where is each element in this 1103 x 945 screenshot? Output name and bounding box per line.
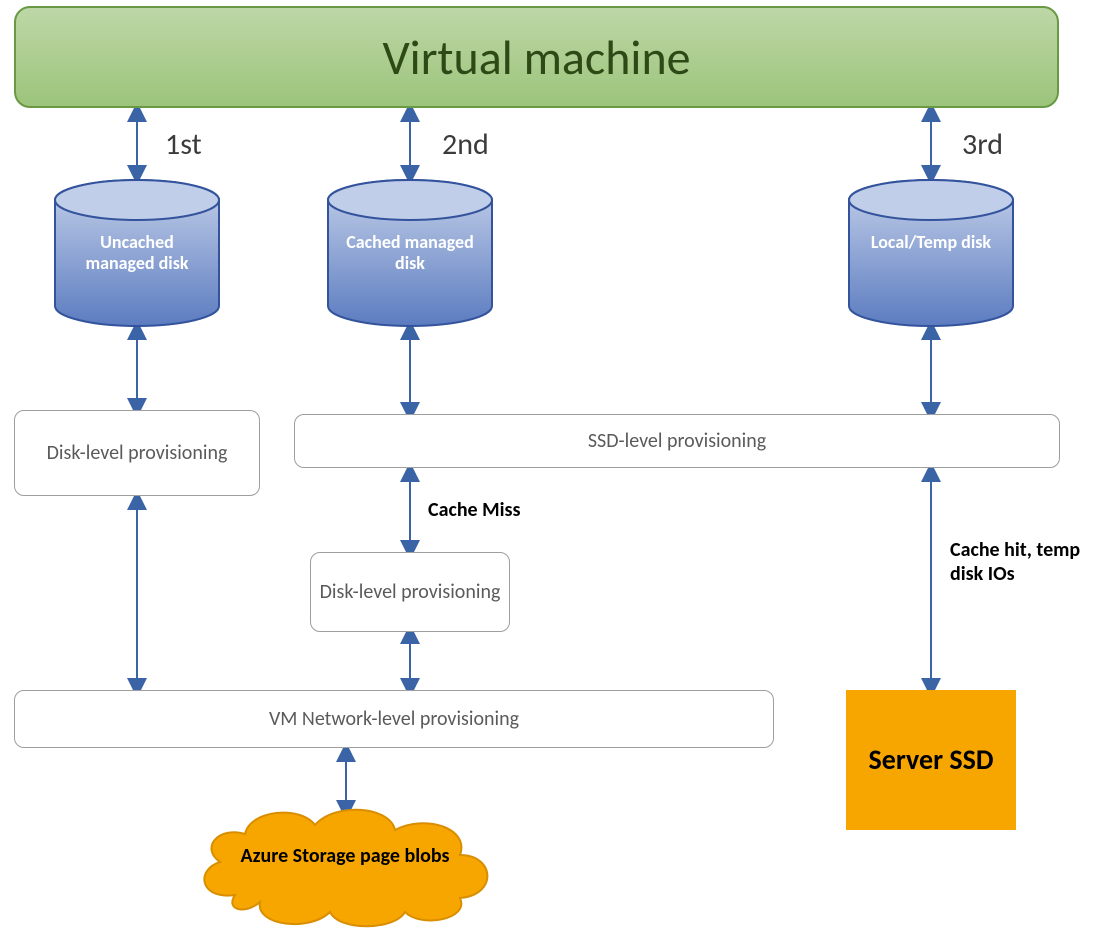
disk-level-provisioning-2-box: Disk-level provisioning [310, 552, 510, 632]
vm-network-level-provisioning-label: VM Network-level provisioning [269, 707, 519, 731]
disk-cylinder-uncached: Uncached managed disk [52, 178, 222, 328]
ordinal-3rd: 3rd [962, 126, 1003, 163]
ordinal-1st: 1st [165, 126, 202, 163]
azure-storage-cloud-label: Azure Storage page blobs [190, 844, 500, 868]
ordinal-2nd: 2nd [442, 126, 489, 163]
disk-level-provisioning-label: Disk-level provisioning [47, 441, 228, 465]
server-ssd-label: Server SSD [868, 745, 993, 776]
disk-label-local: Local/Temp disk [846, 232, 1016, 253]
cache-hit-label: Cache hit, temp disk IOs [950, 538, 1090, 586]
disk-label-cached: Cached managed disk [325, 232, 495, 273]
vm-network-level-provisioning-box: VM Network-level provisioning [14, 690, 774, 748]
disk-level-provisioning-2-label: Disk-level provisioning [320, 580, 501, 604]
disk-level-provisioning-box: Disk-level provisioning [14, 410, 260, 496]
cache-miss-label: Cache Miss [428, 498, 521, 522]
disk-cylinder-local: Local/Temp disk [846, 178, 1016, 328]
ssd-level-provisioning-label: SSD-level provisioning [588, 429, 766, 453]
disk-cylinder-cached: Cached managed disk [325, 178, 495, 328]
virtual-machine-label: Virtual machine [382, 28, 690, 87]
ssd-level-provisioning-box: SSD-level provisioning [294, 414, 1060, 468]
azure-storage-cloud: Azure Storage page blobs [190, 800, 500, 930]
virtual-machine-box: Virtual machine [14, 6, 1059, 108]
server-ssd-box: Server SSD [846, 690, 1016, 830]
diagram-canvas: Virtual machine 1st 2nd 3rd Uncached man… [0, 0, 1103, 945]
disk-label-uncached: Uncached managed disk [52, 232, 222, 273]
